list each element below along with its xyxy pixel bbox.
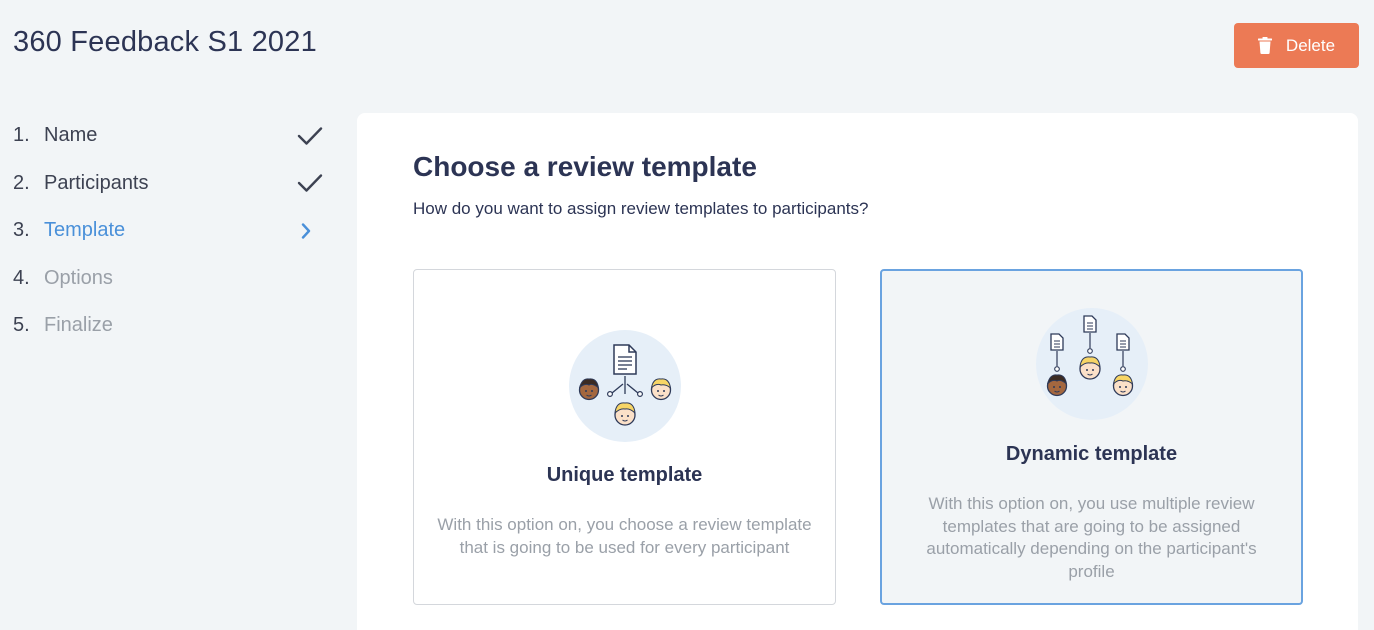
check-icon: [297, 126, 323, 146]
step-label: Participants: [44, 171, 149, 194]
step-options[interactable]: 4. Options: [13, 255, 323, 303]
template-panel: Choose a review template How do you want…: [357, 113, 1358, 630]
step-number: 4.: [13, 266, 30, 289]
check-icon: [297, 173, 323, 193]
page-title: 360 Feedback S1 2021: [13, 26, 317, 58]
delete-button[interactable]: Delete: [1234, 23, 1359, 68]
step-finalize[interactable]: 5. Finalize: [13, 302, 323, 350]
step-label: Options: [44, 266, 113, 289]
option-title: Dynamic template: [1005, 443, 1178, 465]
step-label: Name: [44, 124, 98, 147]
trash-icon: [1257, 37, 1272, 54]
panel-subtitle: How do you want to assign review templat…: [413, 199, 869, 218]
multiple-templates-people-icon: [1035, 308, 1148, 420]
step-number: 2.: [13, 171, 30, 194]
unique-template-option[interactable]: Unique template With this option on, you…: [413, 269, 836, 605]
delete-label: Delete: [1285, 35, 1336, 55]
steps-nav: 1. Name 2. Participants 3. Template 4. O…: [13, 112, 323, 350]
dynamic-template-option[interactable]: Dynamic template With this option on, yo…: [880, 269, 1303, 605]
step-number: 5.: [13, 314, 30, 337]
step-template[interactable]: 3. Template: [13, 207, 323, 255]
step-label: Finalize: [44, 314, 113, 337]
option-title: Unique template: [546, 464, 703, 486]
step-label: Template: [44, 219, 126, 242]
step-name[interactable]: 1. Name: [13, 112, 323, 160]
chevron-right-icon: [301, 223, 311, 239]
panel-title: Choose a review template: [413, 151, 757, 182]
single-template-people-icon: [568, 330, 681, 442]
option-description: With this option on, you choose a review…: [437, 515, 812, 557]
step-number: 1.: [13, 124, 30, 147]
option-description: With this option on, you use multiple re…: [926, 494, 1257, 581]
step-number: 3.: [13, 219, 30, 242]
step-participants[interactable]: 2. Participants: [13, 160, 323, 208]
